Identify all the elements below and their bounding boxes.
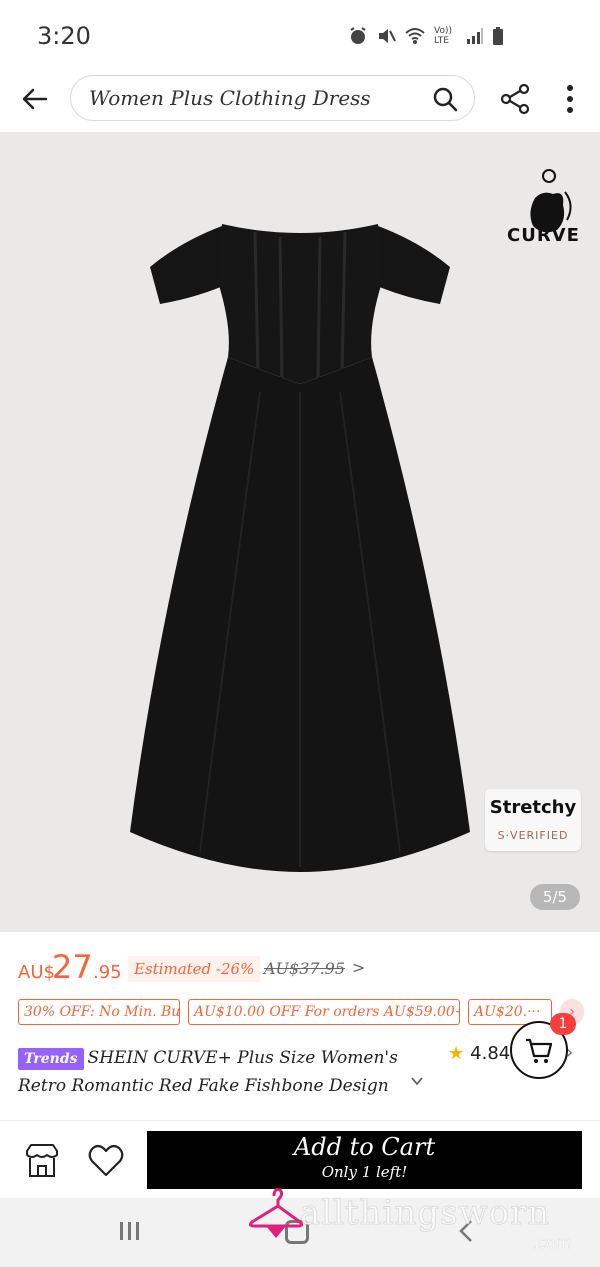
mute-icon xyxy=(379,29,396,43)
share-icon[interactable] xyxy=(498,82,532,116)
search-input[interactable]: Women Plus Clothing Dress xyxy=(70,75,475,121)
price-currency: AU$ xyxy=(18,962,55,983)
search-header: Women Plus Clothing Dress xyxy=(0,72,600,130)
curve-brand-label: CURVE xyxy=(507,225,580,246)
more-options-icon[interactable] xyxy=(560,82,580,116)
star-icon: ★ xyxy=(448,1043,465,1064)
watermark-suffix: .com xyxy=(532,1233,572,1253)
battery-icon xyxy=(493,27,503,45)
trends-badge: Trends xyxy=(18,1047,84,1070)
status-icons: Vo)) LTE xyxy=(348,26,504,46)
back-arrow-icon[interactable] xyxy=(18,82,52,116)
price-chevron-icon[interactable]: > xyxy=(352,958,365,977)
network-label: Vo)) LTE xyxy=(434,26,452,46)
alarm-icon xyxy=(350,27,366,44)
add-to-cart-label: Add to Cart xyxy=(293,1133,436,1161)
stretchy-badge: Stretchy S·VERIFIED xyxy=(485,789,581,851)
store-icon[interactable] xyxy=(22,1141,62,1181)
stock-note: Only 1 left! xyxy=(321,1163,408,1181)
stretchy-title: Stretchy xyxy=(489,797,577,818)
original-price[interactable]: AU$37.95 xyxy=(264,959,345,978)
price-cents: .95 xyxy=(93,962,122,983)
hanger-logo-icon xyxy=(248,1188,304,1238)
rating-value: 4.84 xyxy=(470,1043,511,1064)
search-icon[interactable] xyxy=(432,86,458,112)
expand-chevron-icon[interactable] xyxy=(410,1074,424,1088)
price-main: 27 xyxy=(52,948,93,986)
wishlist-heart-icon[interactable] xyxy=(86,1141,126,1181)
coupon-30-off[interactable]: 30% OFF: No Min. Buy xyxy=(18,999,180,1025)
image-counter: 5/5 xyxy=(530,884,580,910)
product-title-block[interactable]: Trends SHEIN CURVE+ Plus Size Women's Ret… xyxy=(18,1044,438,1100)
status-time: 3:20 xyxy=(37,22,91,50)
price-row: AU$ 27 .95 Estimated -26% AU$37.95 > xyxy=(0,944,600,990)
recent-apps-icon[interactable] xyxy=(118,1220,142,1242)
product-image-carousel[interactable]: CURVE Stretchy S·VERIFIED 5/5 xyxy=(0,132,600,932)
stretchy-verified: S·VERIFIED xyxy=(497,829,569,842)
search-query: Women Plus Clothing Dress xyxy=(89,86,371,110)
estimated-discount-tag[interactable]: Estimated -26% xyxy=(128,956,261,982)
product-title-text: Trends SHEIN CURVE+ Plus Size Women's Ret… xyxy=(18,1044,438,1100)
coupon-10-off[interactable]: AU$10.00 OFF For orders AU$59.00+ xyxy=(188,999,460,1025)
watermark-text: allthingsworn xyxy=(299,1193,551,1234)
status-bar: 3:20 Vo)) LTE xyxy=(0,0,600,72)
cart-count-badge: 1 xyxy=(550,1013,576,1035)
add-to-cart-button[interactable]: Add to Cart Only 1 left! xyxy=(147,1131,582,1189)
product-rating[interactable]: ★ 4.84 xyxy=(448,1043,510,1064)
wifi-icon xyxy=(405,28,425,44)
signal-icon xyxy=(467,28,483,44)
